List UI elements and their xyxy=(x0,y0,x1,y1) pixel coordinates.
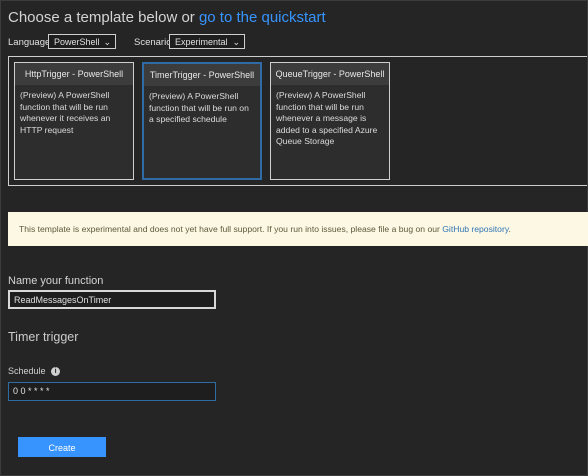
template-card-queue[interactable]: QueueTrigger - PowerShell (Preview) A Po… xyxy=(270,62,390,180)
template-card-http[interactable]: HttpTrigger - PowerShell (Preview) A Pow… xyxy=(14,62,134,180)
schedule-label: Schedule xyxy=(8,366,46,376)
chevron-down-icon: ⌄ xyxy=(232,37,240,47)
chevron-down-icon: ⌄ xyxy=(103,37,111,47)
page-title: Choose a template below or go to the qui… xyxy=(8,9,326,26)
template-description: (Preview) A PowerShell function that wil… xyxy=(276,90,378,146)
language-value: PowerShell xyxy=(54,37,100,47)
template-list: HttpTrigger - PowerShell (Preview) A Pow… xyxy=(8,56,587,186)
create-button[interactable]: Create xyxy=(18,437,106,457)
function-name-input[interactable]: ReadMessagesOnTimer xyxy=(8,290,216,309)
template-title: QueueTrigger - PowerShell xyxy=(271,63,389,85)
language-select[interactable]: PowerShell ⌄ xyxy=(48,34,116,49)
scenario-value: Experimental xyxy=(175,37,228,47)
template-title: HttpTrigger - PowerShell xyxy=(15,63,133,85)
template-description: (Preview) A PowerShell function that wil… xyxy=(20,90,111,135)
language-label: Language: xyxy=(8,37,53,48)
schedule-label-row: Schedule i xyxy=(8,366,61,377)
notice-text: This template is experimental and does n… xyxy=(19,224,440,234)
timer-trigger-heading: Timer trigger xyxy=(8,330,79,344)
function-name-heading: Name your function xyxy=(8,275,104,287)
experimental-notice: This template is experimental and does n… xyxy=(8,212,588,246)
info-icon[interactable]: i xyxy=(51,367,61,377)
template-description: (Preview) A PowerShell function that wil… xyxy=(149,91,249,124)
template-card-timer[interactable]: TimerTrigger - PowerShell (Preview) A Po… xyxy=(142,62,262,180)
template-title: TimerTrigger - PowerShell xyxy=(144,64,260,86)
notice-suffix: . xyxy=(508,224,511,234)
schedule-input[interactable]: 0 0 * * * * xyxy=(8,382,216,401)
github-repository-link[interactable]: GitHub repository xyxy=(442,224,508,234)
quickstart-link[interactable]: go to the quickstart xyxy=(199,9,326,26)
scenario-select[interactable]: Experimental ⌄ xyxy=(169,34,245,49)
title-text: Choose a template below or xyxy=(8,9,195,26)
